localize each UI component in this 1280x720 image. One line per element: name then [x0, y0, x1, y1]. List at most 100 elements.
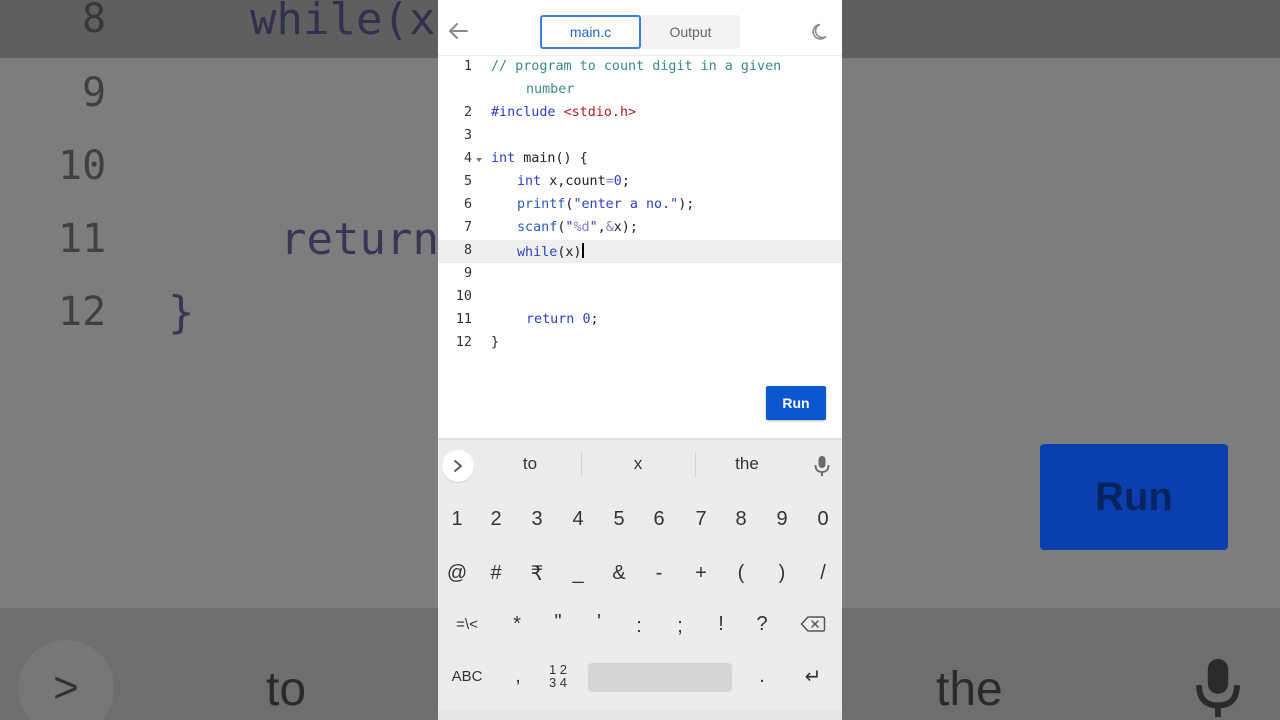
line-number: 5	[463, 174, 472, 189]
key-4[interactable]: 4	[558, 499, 598, 539]
key-9[interactable]: 9	[762, 499, 802, 539]
key-ampersand[interactable]: &	[599, 553, 639, 593]
key-3[interactable]: 3	[517, 499, 557, 539]
key-slash[interactable]: /	[803, 553, 842, 593]
key-plus[interactable]: +	[681, 553, 721, 593]
line-number: 10	[455, 289, 472, 304]
code-text: int x,count=0;	[517, 174, 630, 189]
key-rupee[interactable]: ₹	[517, 553, 557, 593]
key-at[interactable]: @	[438, 553, 477, 593]
phone-screen: main.c Output 1 // program to count digi…	[438, 0, 842, 720]
key-1[interactable]: 1	[438, 499, 477, 539]
line-number: 7	[463, 220, 472, 235]
mic-icon[interactable]	[813, 455, 831, 477]
backspace-icon	[800, 616, 826, 632]
key-7[interactable]: 7	[681, 499, 721, 539]
key-6[interactable]: 6	[639, 499, 679, 539]
line-number: 9	[463, 266, 472, 281]
line-number: 4	[463, 151, 472, 166]
key-0[interactable]: 0	[803, 499, 842, 539]
code-editor[interactable]: 1 // program to count digit in a given n…	[438, 56, 842, 386]
key-minus[interactable]: -	[639, 553, 679, 593]
keyboard-bottom-strip	[438, 710, 842, 720]
suggestion-bar: to x the	[438, 440, 842, 490]
fold-arrow-icon[interactable]	[476, 158, 482, 162]
code-line: 3	[438, 125, 842, 148]
bg-line-number: 8	[82, 0, 107, 42]
key-colon[interactable]: :	[619, 606, 659, 646]
code-line: 6 printf("enter a no.");	[438, 194, 842, 217]
key-asterisk[interactable]: *	[497, 604, 537, 644]
bg-mic-icon	[1196, 658, 1240, 718]
code-text: number	[526, 82, 575, 97]
code-line: 7 scanf("%d",&x);	[438, 217, 842, 240]
key-symbols-more[interactable]: =\<	[447, 604, 487, 644]
code-text: printf("enter a no.");	[517, 197, 695, 212]
bg-code-while: while(x	[250, 0, 436, 45]
bg-suggestion: to	[266, 663, 307, 716]
bg-code-return: return	[280, 214, 439, 265]
suggestion-divider	[695, 452, 696, 478]
code-text: while(x)	[517, 243, 584, 260]
key-hash[interactable]: #	[476, 553, 516, 593]
expand-suggestions-button[interactable]	[442, 450, 474, 482]
code-line: 1 // program to count digit in a given	[438, 56, 842, 79]
abc-key[interactable]: ABC	[447, 656, 487, 696]
code-text: scanf("%d",&x);	[517, 220, 638, 235]
line-number: 3	[463, 128, 472, 143]
line-number: 8	[463, 243, 472, 258]
code-line: 5 int x,count=0;	[438, 171, 842, 194]
suggestion-item[interactable]: x	[593, 454, 683, 474]
key-open-paren[interactable]: (	[721, 553, 761, 593]
key-8[interactable]: 8	[721, 499, 761, 539]
key-single-quote[interactable]: '	[579, 602, 619, 642]
code-text: return 0;	[526, 312, 599, 327]
line-number: 12	[455, 335, 472, 350]
line-number: 1	[463, 59, 472, 74]
numpad-key[interactable]: 1 2 3 4	[538, 656, 578, 696]
key-semicolon[interactable]: ;	[660, 606, 700, 646]
key-close-paren[interactable]: )	[762, 553, 802, 593]
file-tabs: main.c Output	[540, 15, 740, 49]
line-number: 11	[455, 312, 472, 327]
code-line: 9	[438, 263, 842, 286]
key-comma[interactable]: ,	[498, 656, 538, 696]
code-text: // program to count digit in a given	[491, 59, 782, 74]
tab-main-c[interactable]: main.c	[540, 15, 641, 49]
run-button[interactable]: Run	[766, 386, 826, 420]
code-line: 11 return 0;	[438, 309, 842, 332]
key-underscore[interactable]: _	[558, 553, 598, 593]
code-line: 12 }	[438, 332, 842, 355]
key-5[interactable]: 5	[599, 499, 639, 539]
enter-key[interactable]: ↵	[793, 656, 833, 696]
key-2[interactable]: 2	[476, 499, 516, 539]
code-text: int main() {	[491, 151, 588, 166]
space-bar[interactable]	[588, 663, 732, 692]
suggestion-item[interactable]: to	[485, 454, 575, 474]
code-text: #include <stdio.h>	[491, 105, 637, 120]
line-number: 6	[463, 197, 472, 212]
code-line: 2 #include <stdio.h>	[438, 102, 842, 125]
bg-run-button: Run	[1040, 444, 1228, 550]
key-double-quote[interactable]: "	[538, 602, 578, 642]
moon-icon[interactable]	[811, 22, 831, 42]
bg-suggestion: the	[936, 663, 1003, 716]
code-line-active: 8 while(x)	[438, 240, 842, 263]
key-exclamation[interactable]: !	[701, 604, 741, 644]
backspace-key[interactable]	[796, 604, 830, 644]
on-screen-keyboard: to x the 1 2 3 4 5 6 7 8 9 0 @ # ₹ _ & -…	[438, 438, 842, 720]
arrow-left-icon[interactable]	[446, 18, 472, 44]
text-cursor	[581, 243, 584, 258]
bg-code-brace: }	[168, 287, 195, 338]
code-text: }	[491, 335, 500, 350]
suggestion-item[interactable]: the	[702, 454, 792, 474]
key-period[interactable]: .	[742, 656, 782, 696]
code-line-wrap: number	[438, 79, 842, 102]
suggestion-divider	[581, 452, 582, 478]
top-bar: main.c Output	[438, 0, 842, 56]
numpad-key-bottom: 3 4	[548, 675, 568, 690]
bg-line-number: 11	[58, 216, 107, 262]
key-question[interactable]: ?	[742, 604, 782, 644]
tab-output[interactable]: Output	[641, 15, 740, 49]
bg-line-number: 10	[58, 143, 107, 189]
